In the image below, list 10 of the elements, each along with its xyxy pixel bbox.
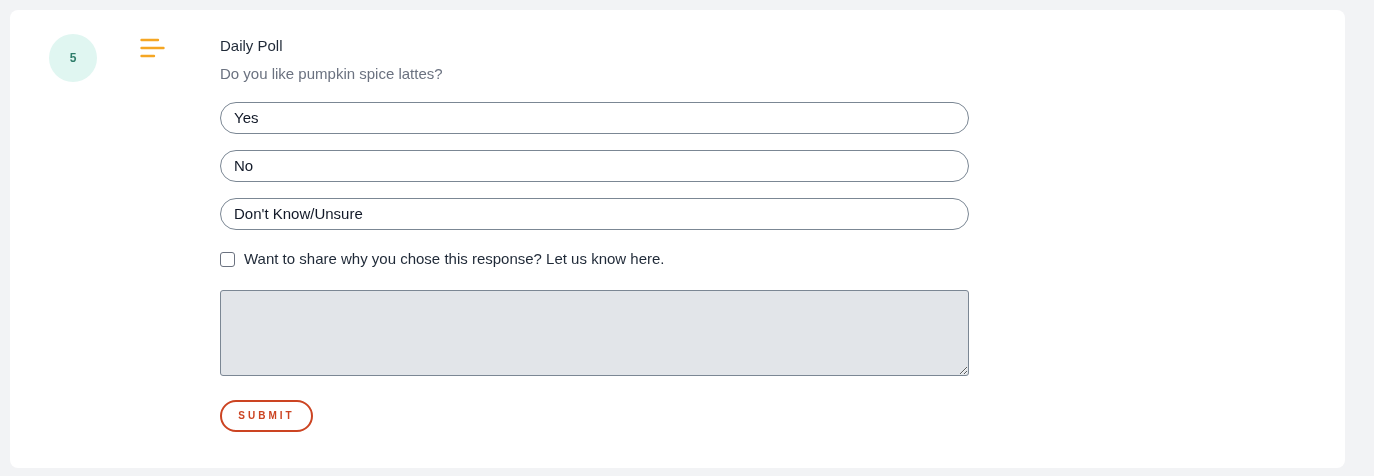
step-number: 5 — [49, 34, 97, 82]
answer-option[interactable]: No — [220, 150, 969, 182]
answer-option[interactable]: Yes — [220, 102, 969, 134]
checkbox[interactable] — [220, 251, 235, 267]
poll-question: Do you like pumpkin spice lattes? — [220, 64, 444, 84]
menu-lines-icon — [140, 38, 165, 58]
answer-option[interactable]: Don't Know/Unsure — [220, 198, 969, 230]
poll-title: Daily Poll — [220, 36, 284, 56]
submit-button[interactable]: SUBMIT — [220, 399, 313, 432]
checkbox-label: Want to share why you chose this response? Let us know here. — [244, 249, 665, 269]
